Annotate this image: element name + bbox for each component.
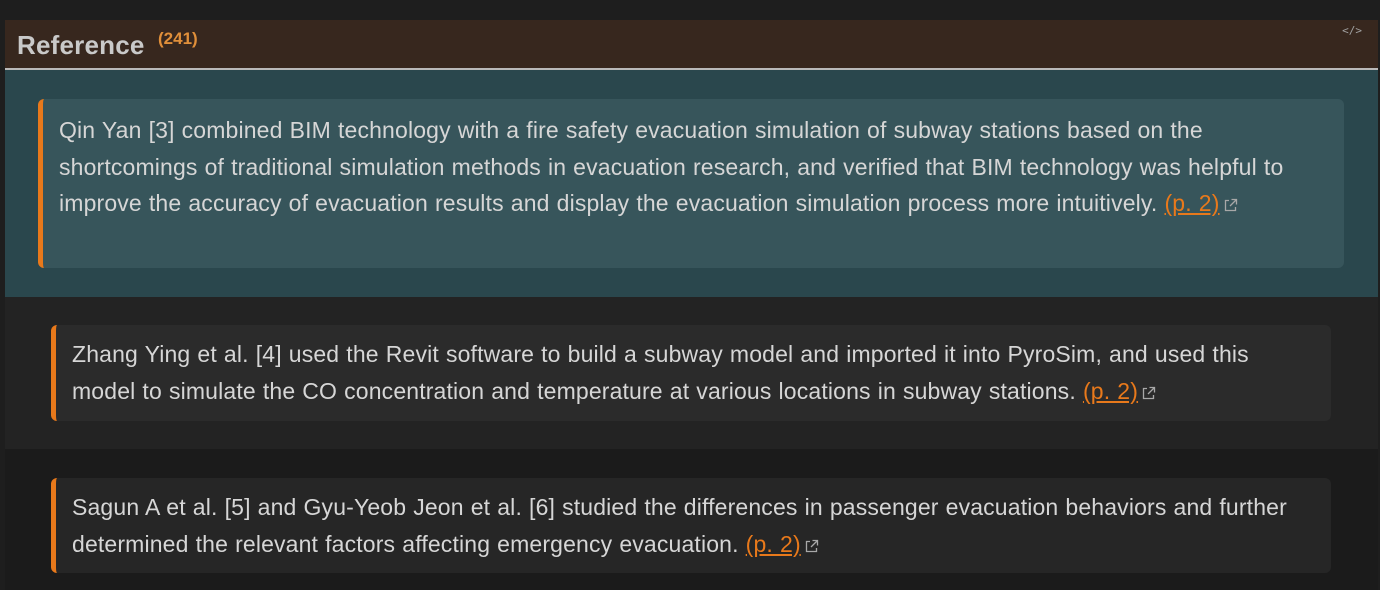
quote-text: Qin Yan [3] combined BIM technology with… [59, 117, 1284, 216]
external-link-icon[interactable] [1141, 386, 1156, 401]
reference-section-1: Qin Yan [3] combined BIM technology with… [5, 70, 1378, 297]
code-view-icon[interactable]: </> [1342, 24, 1362, 37]
quote-text: Zhang Ying et al. [4] used the Revit sof… [72, 341, 1249, 404]
blockquote: Zhang Ying et al. [4] used the Revit sof… [51, 325, 1331, 421]
reference-count: (241) [158, 29, 198, 48]
reference-header: Reference (241) </> [5, 20, 1378, 70]
blockquote: Qin Yan [3] combined BIM technology with… [38, 99, 1344, 268]
page-link[interactable]: (p. 2) [746, 531, 801, 557]
page-link[interactable]: (p. 2) [1083, 378, 1138, 404]
quote-text: Sagun A et al. [5] and Gyu-Yeob Jeon et … [72, 494, 1287, 557]
external-link-icon[interactable] [1223, 198, 1238, 213]
reference-section-2: Zhang Ying et al. [4] used the Revit sof… [5, 297, 1378, 449]
reference-section-3: Sagun A et al. [5] and Gyu-Yeob Jeon et … [5, 449, 1378, 590]
top-strip [0, 0, 1380, 20]
reference-title: Reference [17, 30, 145, 60]
page-link[interactable]: (p. 2) [1164, 190, 1219, 216]
external-link-icon[interactable] [804, 539, 819, 554]
blockquote: Sagun A et al. [5] and Gyu-Yeob Jeon et … [51, 478, 1331, 573]
